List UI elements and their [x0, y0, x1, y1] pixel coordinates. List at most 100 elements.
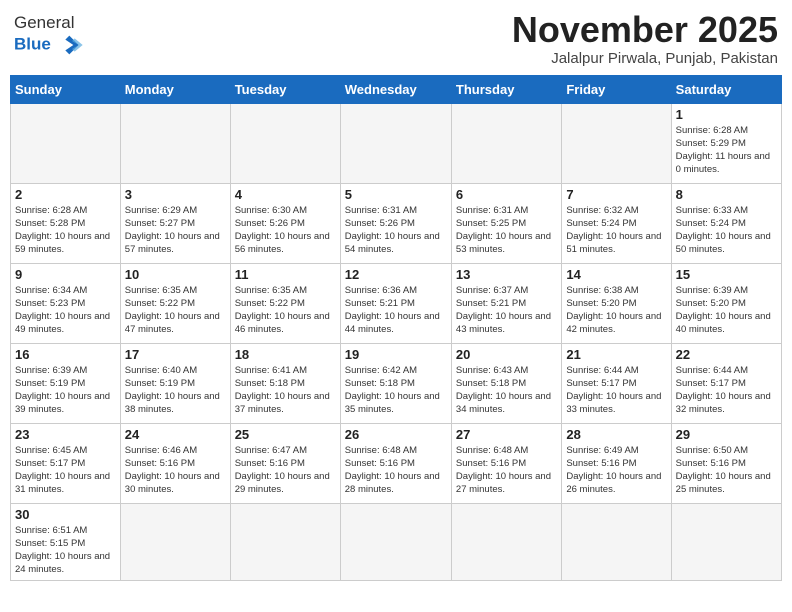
weekday-header-tuesday: Tuesday — [230, 75, 340, 103]
day-info: Sunrise: 6:45 AM Sunset: 5:17 PM Dayligh… — [15, 444, 116, 497]
day-info: Sunrise: 6:48 AM Sunset: 5:16 PM Dayligh… — [456, 444, 557, 497]
calendar-cell: 25 Sunrise: 6:47 AM Sunset: 5:16 PM Dayli… — [230, 423, 340, 503]
calendar-cell: 17Sunrise: 6:40 AM Sunset: 5:19 PM Dayli… — [120, 343, 230, 423]
weekday-header-row: SundayMondayTuesdayWednesdayThursdayFrid… — [11, 75, 782, 103]
calendar-cell — [340, 103, 451, 183]
calendar-cell — [562, 503, 671, 580]
day-info: Sunrise: 6:46 AM Sunset: 5:16 PM Dayligh… — [125, 444, 226, 497]
location-subtitle: Jalalpur Pirwala, Punjab, Pakistan — [512, 50, 778, 67]
calendar-cell — [120, 503, 230, 580]
calendar-cell: 6 Sunrise: 6:31 AM Sunset: 5:25 PM Daylig… — [451, 183, 561, 263]
weekday-header-friday: Friday — [562, 75, 671, 103]
logo-icon — [58, 33, 86, 57]
day-number: 17 — [125, 347, 226, 362]
calendar-cell: 22Sunrise: 6:44 AM Sunset: 5:17 PM Dayli… — [671, 343, 781, 423]
logo-general: General — [14, 13, 74, 32]
month-title: November 2025 — [512, 10, 778, 50]
calendar-cell: 5Sunrise: 6:31 AM Sunset: 5:26 PM Daylig… — [340, 183, 451, 263]
calendar-cell — [120, 103, 230, 183]
day-info: Sunrise: 6:31 AM Sunset: 5:25 PM Dayligh… — [456, 204, 557, 257]
calendar-cell: 23 Sunrise: 6:45 AM Sunset: 5:17 PM Dayli… — [11, 423, 121, 503]
day-number: 29 — [676, 427, 777, 442]
weekday-header-thursday: Thursday — [451, 75, 561, 103]
day-number: 23 — [15, 427, 116, 442]
calendar-cell: 29 Sunrise: 6:50 AM Sunset: 5:16 PM Dayli… — [671, 423, 781, 503]
weekday-header-monday: Monday — [120, 75, 230, 103]
calendar-cell — [671, 503, 781, 580]
calendar-cell: 1 Sunrise: 6:28 AM Sunset: 5:29 PM Daylig… — [671, 103, 781, 183]
day-number: 7 — [566, 187, 666, 202]
page-header: General Blue November 2025 Jalalpur Pirw… — [10, 10, 782, 67]
calendar-cell: 3Sunrise: 6:29 AM Sunset: 5:27 PM Daylig… — [120, 183, 230, 263]
day-number: 20 — [456, 347, 557, 362]
calendar-cell: 30Sunrise: 6:51 AM Sunset: 5:15 PM Dayli… — [11, 503, 121, 580]
day-info: Sunrise: 6:35 AM Sunset: 5:22 PM Dayligh… — [235, 284, 336, 337]
day-info: Sunrise: 6:28 AM Sunset: 5:29 PM Dayligh… — [676, 124, 777, 177]
day-number: 2 — [15, 187, 116, 202]
calendar-cell: 15Sunrise: 6:39 AM Sunset: 5:20 PM Dayli… — [671, 263, 781, 343]
logo: General Blue — [14, 14, 86, 57]
calendar-cell: 18Sunrise: 6:41 AM Sunset: 5:18 PM Dayli… — [230, 343, 340, 423]
day-number: 11 — [235, 267, 336, 282]
day-number: 9 — [15, 267, 116, 282]
calendar-cell: 13 Sunrise: 6:37 AM Sunset: 5:21 PM Dayli… — [451, 263, 561, 343]
calendar-cell: 11 Sunrise: 6:35 AM Sunset: 5:22 PM Dayli… — [230, 263, 340, 343]
day-number: 28 — [566, 427, 666, 442]
calendar-week-1: 1 Sunrise: 6:28 AM Sunset: 5:29 PM Daylig… — [11, 103, 782, 183]
day-info: Sunrise: 6:41 AM Sunset: 5:18 PM Dayligh… — [235, 364, 336, 417]
day-number: 16 — [15, 347, 116, 362]
day-number: 21 — [566, 347, 666, 362]
day-info: Sunrise: 6:33 AM Sunset: 5:24 PM Dayligh… — [676, 204, 777, 257]
day-number: 14 — [566, 267, 666, 282]
calendar-week-5: 23 Sunrise: 6:45 AM Sunset: 5:17 PM Dayli… — [11, 423, 782, 503]
calendar-cell: 21 Sunrise: 6:44 AM Sunset: 5:17 PM Dayli… — [562, 343, 671, 423]
day-info: Sunrise: 6:35 AM Sunset: 5:22 PM Dayligh… — [125, 284, 226, 337]
day-info: Sunrise: 6:32 AM Sunset: 5:24 PM Dayligh… — [566, 204, 666, 257]
calendar-cell: 27 Sunrise: 6:48 AM Sunset: 5:16 PM Dayli… — [451, 423, 561, 503]
day-number: 4 — [235, 187, 336, 202]
day-number: 1 — [676, 107, 777, 122]
day-info: Sunrise: 6:29 AM Sunset: 5:27 PM Dayligh… — [125, 204, 226, 257]
calendar-table: SundayMondayTuesdayWednesdayThursdayFrid… — [10, 75, 782, 581]
day-number: 24 — [125, 427, 226, 442]
day-info: Sunrise: 6:49 AM Sunset: 5:16 PM Dayligh… — [566, 444, 666, 497]
day-info: Sunrise: 6:50 AM Sunset: 5:16 PM Dayligh… — [676, 444, 777, 497]
calendar-cell — [230, 103, 340, 183]
calendar-week-4: 16 Sunrise: 6:39 AM Sunset: 5:19 PM Dayli… — [11, 343, 782, 423]
day-info: Sunrise: 6:48 AM Sunset: 5:16 PM Dayligh… — [345, 444, 447, 497]
calendar-cell — [451, 103, 561, 183]
calendar-cell: 8 Sunrise: 6:33 AM Sunset: 5:24 PM Daylig… — [671, 183, 781, 263]
day-number: 25 — [235, 427, 336, 442]
day-info: Sunrise: 6:30 AM Sunset: 5:26 PM Dayligh… — [235, 204, 336, 257]
day-number: 13 — [456, 267, 557, 282]
day-number: 15 — [676, 267, 777, 282]
day-info: Sunrise: 6:38 AM Sunset: 5:20 PM Dayligh… — [566, 284, 666, 337]
logo-blue: Blue — [14, 34, 51, 53]
weekday-header-wednesday: Wednesday — [340, 75, 451, 103]
weekday-header-sunday: Sunday — [11, 75, 121, 103]
calendar-cell: 16 Sunrise: 6:39 AM Sunset: 5:19 PM Dayli… — [11, 343, 121, 423]
calendar-cell — [11, 103, 121, 183]
day-info: Sunrise: 6:47 AM Sunset: 5:16 PM Dayligh… — [235, 444, 336, 497]
calendar-cell: 9Sunrise: 6:34 AM Sunset: 5:23 PM Daylig… — [11, 263, 121, 343]
day-number: 6 — [456, 187, 557, 202]
calendar-cell — [562, 103, 671, 183]
day-info: Sunrise: 6:37 AM Sunset: 5:21 PM Dayligh… — [456, 284, 557, 337]
day-info: Sunrise: 6:36 AM Sunset: 5:21 PM Dayligh… — [345, 284, 447, 337]
calendar-cell: 26Sunrise: 6:48 AM Sunset: 5:16 PM Dayli… — [340, 423, 451, 503]
calendar-cell — [451, 503, 561, 580]
calendar-week-3: 9Sunrise: 6:34 AM Sunset: 5:23 PM Daylig… — [11, 263, 782, 343]
day-info: Sunrise: 6:39 AM Sunset: 5:19 PM Dayligh… — [15, 364, 116, 417]
day-number: 19 — [345, 347, 447, 362]
calendar-week-6: 30Sunrise: 6:51 AM Sunset: 5:15 PM Dayli… — [11, 503, 782, 580]
calendar-cell: 7 Sunrise: 6:32 AM Sunset: 5:24 PM Daylig… — [562, 183, 671, 263]
day-info: Sunrise: 6:44 AM Sunset: 5:17 PM Dayligh… — [676, 364, 777, 417]
day-info: Sunrise: 6:44 AM Sunset: 5:17 PM Dayligh… — [566, 364, 666, 417]
day-info: Sunrise: 6:31 AM Sunset: 5:26 PM Dayligh… — [345, 204, 447, 257]
calendar-week-2: 2Sunrise: 6:28 AM Sunset: 5:28 PM Daylig… — [11, 183, 782, 263]
calendar-cell: 28 Sunrise: 6:49 AM Sunset: 5:16 PM Dayli… — [562, 423, 671, 503]
calendar-cell: 14 Sunrise: 6:38 AM Sunset: 5:20 PM Dayli… — [562, 263, 671, 343]
day-number: 27 — [456, 427, 557, 442]
calendar-cell: 20Sunrise: 6:43 AM Sunset: 5:18 PM Dayli… — [451, 343, 561, 423]
day-number: 8 — [676, 187, 777, 202]
